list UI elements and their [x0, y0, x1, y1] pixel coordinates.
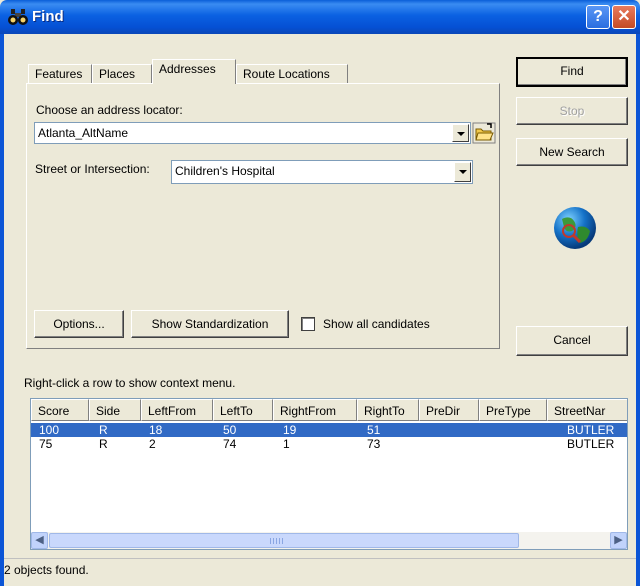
table-cell: 100 — [39, 423, 60, 437]
chevron-down-icon[interactable] — [452, 124, 469, 142]
column-header-pretype[interactable]: PreType — [479, 399, 547, 421]
table-cell: 19 — [283, 423, 297, 437]
find-button[interactable]: Find — [516, 57, 628, 87]
street-label: Street or Intersection: — [35, 162, 150, 176]
status-bar: 2 objects found. — [4, 558, 636, 582]
table-cell: 73 — [367, 437, 381, 451]
globe-icon — [554, 207, 596, 249]
status-text: 2 objects found. — [4, 563, 89, 577]
new-search-button[interactable]: New Search — [516, 138, 628, 166]
scroll-right-icon[interactable]: ▶ — [610, 532, 627, 549]
street-value: Children's Hospital — [175, 164, 275, 178]
scrollbar-thumb[interactable] — [49, 533, 519, 548]
tab-places[interactable]: Places — [92, 64, 152, 84]
locator-label: Choose an address locator: — [36, 103, 183, 117]
tab-addresses[interactable]: Addresses — [152, 59, 236, 84]
table-cell: 74 — [223, 437, 237, 451]
stop-button[interactable]: Stop — [516, 97, 628, 125]
column-header-side[interactable]: Side — [89, 399, 141, 421]
table-row[interactable]: 75 R 2 74 1 73 BUTLER — [31, 437, 627, 451]
table-cell: 2 — [149, 437, 156, 451]
table-cell: BUTLER — [567, 423, 615, 437]
chevron-down-icon[interactable] — [454, 162, 471, 182]
find-dialog: Find ? ✕ Features Places Addresses Route… — [0, 0, 640, 586]
locator-select[interactable]: Atlanta_AltName — [34, 122, 471, 144]
column-header-leftfrom[interactable]: LeftFrom — [141, 399, 213, 421]
window-border-left — [0, 34, 4, 586]
cancel-button[interactable]: Cancel — [516, 326, 628, 356]
grip-icon — [270, 538, 284, 544]
window-border-right — [636, 34, 640, 586]
show-standardization-button[interactable]: Show Standardization — [131, 310, 289, 338]
title-bar[interactable]: Find ? ✕ — [0, 0, 640, 34]
column-header-rightfrom[interactable]: RightFrom — [273, 399, 357, 421]
column-header-score[interactable]: Score — [31, 399, 89, 421]
help-button[interactable]: ? — [586, 5, 610, 29]
binoculars-icon — [8, 9, 28, 25]
table-cell: 75 — [39, 437, 53, 451]
tab-route-locations[interactable]: Route Locations — [236, 64, 348, 84]
window-title: Find — [32, 8, 64, 25]
column-header-predir[interactable]: PreDir — [419, 399, 479, 421]
column-header-streetname[interactable]: StreetNar — [547, 399, 627, 421]
context-menu-hint: Right-click a row to show context menu. — [24, 376, 236, 390]
show-all-candidates-checkbox[interactable] — [301, 317, 315, 331]
table-cell: R — [99, 423, 108, 437]
table-header: Score Side LeftFrom LeftTo RightFrom Rig… — [31, 399, 627, 421]
table-cell: R — [99, 437, 108, 451]
locator-value: Atlanta_AltName — [38, 126, 129, 140]
close-button[interactable]: ✕ — [612, 5, 636, 29]
table-cell: 50 — [223, 423, 237, 437]
open-folder-icon[interactable] — [472, 122, 496, 144]
table-cell: 51 — [367, 423, 381, 437]
show-all-candidates-label[interactable]: Show all candidates — [323, 317, 430, 331]
table-row[interactable]: 100 R 18 50 19 51 BUTLER — [31, 423, 627, 437]
column-header-rightto[interactable]: RightTo — [357, 399, 419, 421]
horizontal-scrollbar[interactable]: ◀ ▶ — [31, 532, 627, 549]
table-cell: 1 — [283, 437, 290, 451]
options-button[interactable]: Options... — [34, 310, 124, 338]
street-combo[interactable]: Children's Hospital — [171, 160, 473, 184]
column-header-leftto[interactable]: LeftTo — [213, 399, 273, 421]
scroll-left-icon[interactable]: ◀ — [31, 532, 48, 549]
tab-features[interactable]: Features — [28, 64, 92, 84]
table-cell: BUTLER — [567, 437, 615, 451]
table-cell: 18 — [149, 423, 163, 437]
candidates-table[interactable]: Score Side LeftFrom LeftTo RightFrom Rig… — [30, 398, 628, 550]
